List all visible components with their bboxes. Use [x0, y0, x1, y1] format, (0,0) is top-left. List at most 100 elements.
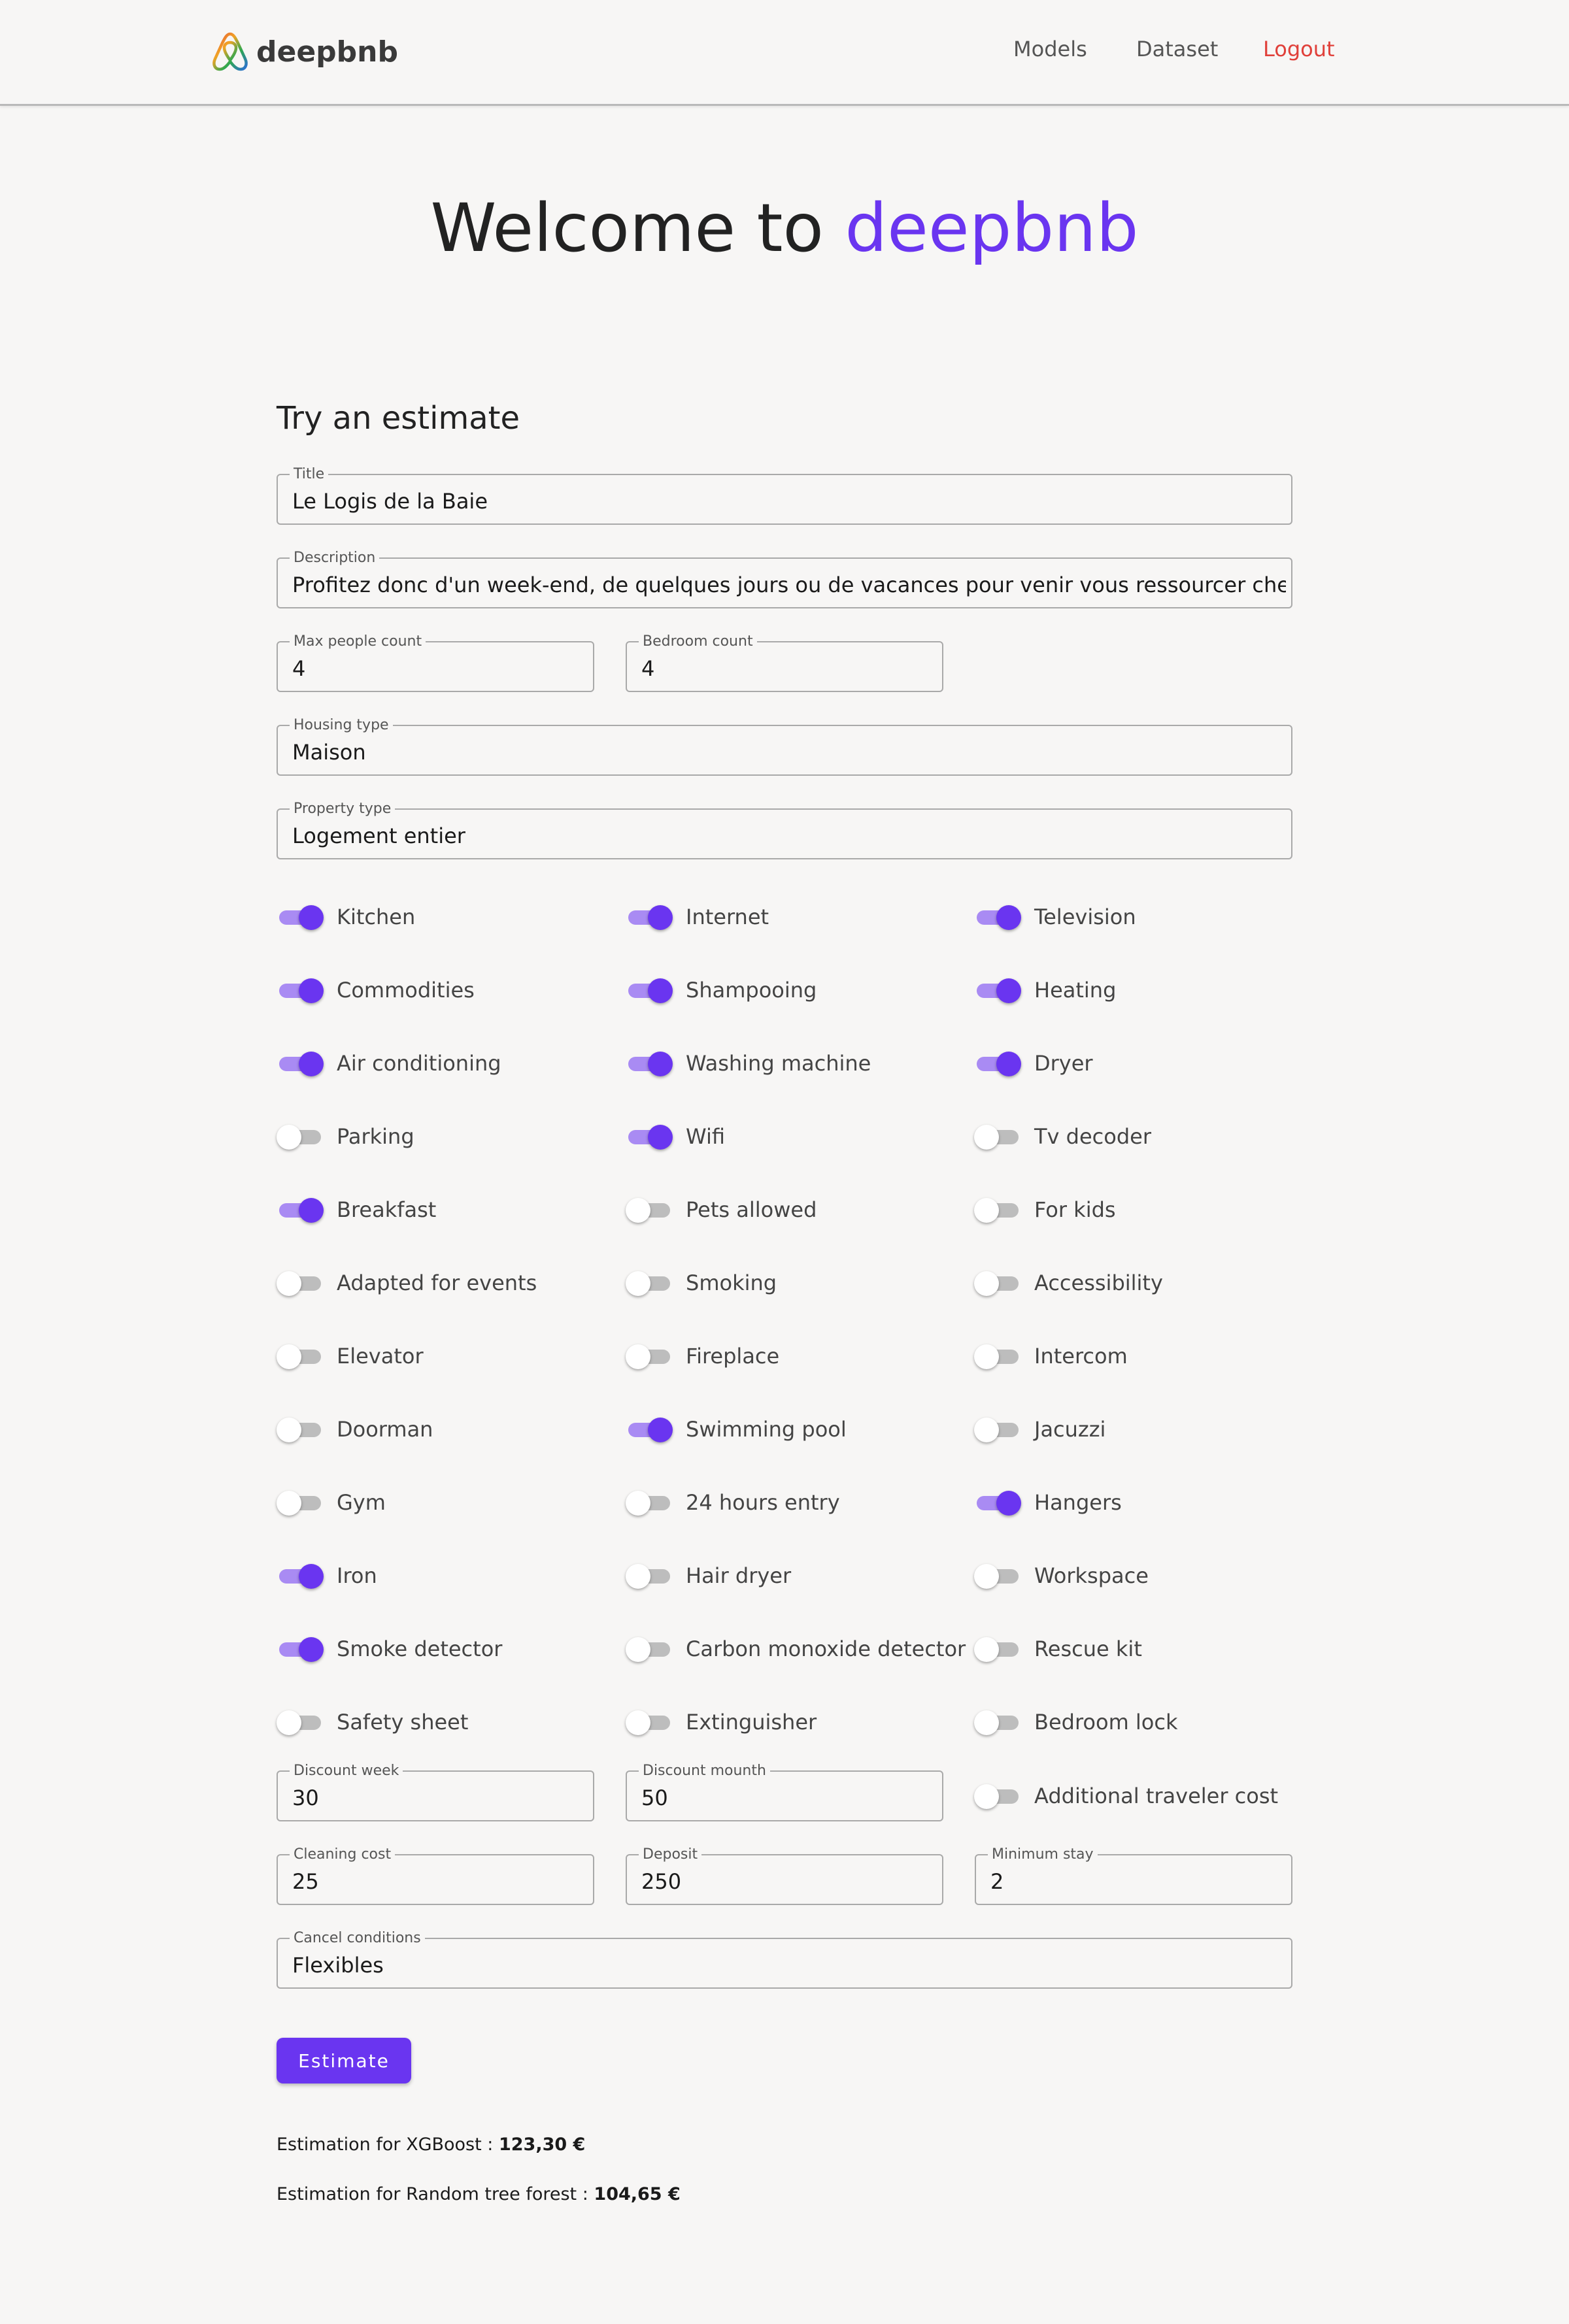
toggle-workspace[interactable]: Workspace — [974, 1557, 1149, 1594]
discount-week-field-value[interactable]: 30 — [292, 1785, 588, 1811]
switch-icon[interactable] — [277, 1050, 324, 1076]
property-type-field-value[interactable]: Logement entier — [292, 823, 1286, 849]
max-people-field-value[interactable]: 4 — [292, 656, 588, 682]
switch-icon[interactable] — [974, 904, 1021, 930]
brand-logo[interactable]: deepbnb — [211, 29, 398, 75]
description-field[interactable]: Description Profitez donc d'un week-end,… — [277, 550, 1292, 608]
minimum-stay-field-value[interactable]: 2 — [990, 1868, 1286, 1895]
cleaning-cost-field[interactable]: Cleaning cost 25 — [277, 1846, 594, 1905]
toggle-washing-machine[interactable]: Washing machine — [626, 1045, 871, 1082]
cleaning-cost-field-value[interactable]: 25 — [292, 1868, 588, 1895]
deposit-field[interactable]: Deposit 250 — [626, 1846, 943, 1905]
switch-icon[interactable] — [626, 1416, 673, 1442]
switch-icon[interactable] — [974, 1563, 1021, 1589]
switch-icon[interactable] — [974, 1050, 1021, 1076]
toggle-dryer[interactable]: Dryer — [974, 1045, 1093, 1082]
toggle-parking[interactable]: Parking — [277, 1118, 414, 1155]
switch-icon[interactable] — [626, 904, 673, 930]
property-type-field[interactable]: Property type Logement entier — [277, 801, 1292, 859]
nav-link-logout[interactable]: Logout — [1263, 37, 1335, 61]
switch-icon[interactable] — [974, 1709, 1021, 1735]
toggle-elevator[interactable]: Elevator — [277, 1338, 424, 1374]
toggle-safety-sheet[interactable]: Safety sheet — [277, 1704, 468, 1740]
toggle-heating[interactable]: Heating — [974, 972, 1116, 1008]
toggle-smoking[interactable]: Smoking — [626, 1265, 777, 1301]
description-field-value[interactable]: Profitez donc d'un week-end, de quelques… — [292, 572, 1286, 598]
switch-icon[interactable] — [626, 1636, 673, 1662]
bedroom-count-field[interactable]: Bedroom count 4 — [626, 633, 943, 692]
switch-icon[interactable] — [974, 1636, 1021, 1662]
switch-icon[interactable] — [277, 1270, 324, 1296]
switch-icon[interactable] — [626, 1709, 673, 1735]
switch-icon[interactable] — [974, 977, 1021, 1003]
toggle-television[interactable]: Television — [974, 899, 1136, 935]
toggle-carbon-monoxide-detector[interactable]: Carbon monoxide detector — [626, 1631, 966, 1667]
toggle-24-hours-entry[interactable]: 24 hours entry — [626, 1484, 840, 1521]
switch-icon[interactable] — [277, 977, 324, 1003]
discount-month-field-value[interactable]: 50 — [641, 1785, 937, 1811]
deposit-field-value[interactable]: 250 — [641, 1868, 937, 1895]
switch-icon[interactable] — [277, 1343, 324, 1369]
switch-icon[interactable] — [626, 1563, 673, 1589]
toggle-shampooing[interactable]: Shampooing — [626, 972, 817, 1008]
toggle-hair-dryer[interactable]: Hair dryer — [626, 1557, 791, 1594]
nav-link-dataset[interactable]: Dataset — [1136, 37, 1218, 61]
discount-week-field[interactable]: Discount week 30 — [277, 1763, 594, 1821]
housing-type-field[interactable]: Housing type Maison — [277, 717, 1292, 776]
switch-icon[interactable] — [626, 1489, 673, 1516]
toggle-tv-decoder[interactable]: Tv decoder — [974, 1118, 1151, 1155]
toggle-rescue-kit[interactable]: Rescue kit — [974, 1631, 1142, 1667]
toggle-hangers[interactable]: Hangers — [974, 1484, 1122, 1521]
toggle-for-kids[interactable]: For kids — [974, 1191, 1116, 1228]
estimate-button[interactable]: Estimate — [277, 2038, 411, 2083]
switch-icon[interactable] — [974, 1343, 1021, 1369]
toggle-swimming-pool[interactable]: Swimming pool — [626, 1411, 847, 1448]
toggle-additional-traveler-cost[interactable]: Additional traveler cost — [974, 1778, 1278, 1814]
switch-icon[interactable] — [277, 904, 324, 930]
discount-month-field[interactable]: Discount mounth 50 — [626, 1763, 943, 1821]
nav-link-models[interactable]: Models — [1013, 37, 1087, 61]
title-field[interactable]: Title Le Logis de la Baie — [277, 466, 1292, 525]
switch-icon[interactable] — [277, 1489, 324, 1516]
toggle-pets-allowed[interactable]: Pets allowed — [626, 1191, 817, 1228]
toggle-kitchen[interactable]: Kitchen — [277, 899, 415, 935]
toggle-jacuzzi[interactable]: Jacuzzi — [974, 1411, 1105, 1448]
switch-icon[interactable] — [277, 1563, 324, 1589]
switch-icon[interactable] — [277, 1636, 324, 1662]
switch-icon[interactable] — [626, 1050, 673, 1076]
switch-icon[interactable] — [277, 1197, 324, 1223]
switch-icon[interactable] — [626, 1270, 673, 1296]
switch-icon[interactable] — [974, 1416, 1021, 1442]
toggle-iron[interactable]: Iron — [277, 1557, 377, 1594]
toggle-smoke-detector[interactable]: Smoke detector — [277, 1631, 502, 1667]
toggle-intercom[interactable]: Intercom — [974, 1338, 1128, 1374]
toggle-internet[interactable]: Internet — [626, 899, 769, 935]
minimum-stay-field[interactable]: Minimum stay 2 — [975, 1846, 1292, 1905]
toggle-accessibility[interactable]: Accessibility — [974, 1265, 1163, 1301]
title-field-value[interactable]: Le Logis de la Baie — [292, 488, 1286, 514]
switch-icon[interactable] — [626, 977, 673, 1003]
max-people-field[interactable]: Max people count 4 — [277, 633, 594, 692]
toggle-doorman[interactable]: Doorman — [277, 1411, 433, 1448]
switch-icon[interactable] — [974, 1489, 1021, 1516]
switch-icon[interactable] — [626, 1123, 673, 1150]
cancel-conditions-field[interactable]: Cancel conditions Flexibles — [277, 1930, 1292, 1989]
toggle-extinguisher[interactable]: Extinguisher — [626, 1704, 817, 1740]
toggle-breakfast[interactable]: Breakfast — [277, 1191, 436, 1228]
switch-icon[interactable] — [974, 1123, 1021, 1150]
switch-icon[interactable] — [974, 1197, 1021, 1223]
housing-type-field-value[interactable]: Maison — [292, 739, 1286, 765]
switch-icon[interactable] — [974, 1270, 1021, 1296]
toggle-gym[interactable]: Gym — [277, 1484, 386, 1521]
switch-icon[interactable] — [277, 1416, 324, 1442]
cancel-conditions-field-value[interactable]: Flexibles — [292, 1952, 1286, 1978]
toggle-commodities[interactable]: Commodities — [277, 972, 475, 1008]
switch-icon[interactable] — [974, 1783, 1021, 1809]
toggle-air-conditioning[interactable]: Air conditioning — [277, 1045, 501, 1082]
toggle-fireplace[interactable]: Fireplace — [626, 1338, 779, 1374]
switch-icon[interactable] — [626, 1197, 673, 1223]
toggle-adapted-for-events[interactable]: Adapted for events — [277, 1265, 537, 1301]
switch-icon[interactable] — [277, 1123, 324, 1150]
toggle-bedroom-lock[interactable]: Bedroom lock — [974, 1704, 1178, 1740]
switch-icon[interactable] — [626, 1343, 673, 1369]
